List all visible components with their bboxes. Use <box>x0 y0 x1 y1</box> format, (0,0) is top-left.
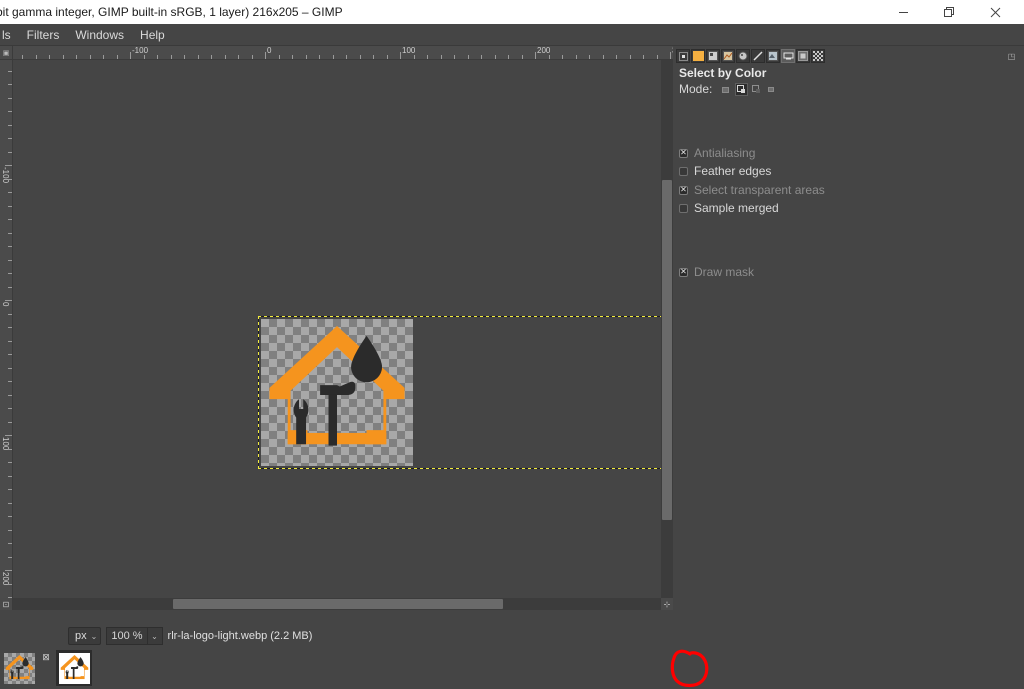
device-status-tab[interactable] <box>796 49 810 63</box>
logo-artwork <box>269 326 405 446</box>
intersect-mode-button[interactable] <box>765 83 778 96</box>
zoom-selector[interactable]: 100 % ⌄ <box>106 627 163 645</box>
feather-edges-checkbox[interactable] <box>679 166 688 176</box>
palettes-tab[interactable] <box>736 49 750 63</box>
title-bar: bit gamma integer, GIMP built-in sRGB, 1… <box>0 0 1024 24</box>
draw-mask-option[interactable]: ✕ Draw mask <box>679 265 754 279</box>
subtract-mode-button[interactable] <box>750 83 763 96</box>
horizontal-scrollbar-thumb[interactable] <box>173 599 503 609</box>
horizontal-scrollbar[interactable] <box>13 598 661 610</box>
select-transparent-areas-checkbox[interactable]: ✕ <box>679 185 688 195</box>
close-image-icon[interactable]: ⊠ <box>39 650 53 664</box>
horizontal-ruler[interactable]: -1000100200300 <box>13 46 673 60</box>
tool-options-title: Select by Color <box>679 66 767 80</box>
menu-item-help[interactable]: Help <box>132 26 173 44</box>
menu-item-tools[interactable]: ls <box>0 26 19 44</box>
add-mode-button[interactable] <box>735 82 749 96</box>
vertical-scrollbar-thumb[interactable] <box>662 180 672 520</box>
image-thumbnail-bar: ⊠ <box>0 648 673 689</box>
thumb-canvas <box>3 652 35 684</box>
gimp-window: bit gamma integer, GIMP built-in sRGB, 1… <box>0 0 1024 689</box>
sample-merged-option[interactable]: Sample merged <box>679 201 779 215</box>
undo-history-tab[interactable] <box>721 49 735 63</box>
canvas-viewport[interactable] <box>13 60 661 610</box>
tool-options-tab[interactable] <box>676 49 690 63</box>
chevron-down-icon[interactable]: ⌄ <box>146 627 163 645</box>
sample-merged-checkbox[interactable] <box>679 203 688 213</box>
image-thumb-selected[interactable] <box>56 650 92 686</box>
unit-value: px <box>75 630 87 642</box>
draw-mask-checkbox[interactable]: ✕ <box>679 267 688 277</box>
antialiasing-checkbox[interactable]: ✕ <box>679 148 688 158</box>
ruler-unit-button[interactable]: ▣ <box>0 46 13 60</box>
paintbrush-tab[interactable] <box>751 49 765 63</box>
menu-item-windows[interactable]: Windows <box>67 26 132 44</box>
gradients-tab[interactable] <box>691 49 705 63</box>
image-thumb-unselected[interactable] <box>1 650 37 686</box>
menu-bar: ls Filters Windows Help <box>0 24 1024 46</box>
unit-selector[interactable]: px ⌄ <box>68 627 102 645</box>
mode-label: Mode: <box>679 82 713 96</box>
maximize-restore-button[interactable] <box>926 0 972 24</box>
zoom-value[interactable]: 100 % <box>106 627 147 645</box>
quick-mask-button[interactable]: ⊡ <box>0 598 12 610</box>
feather-edges-label: Feather edges <box>694 164 772 178</box>
close-button[interactable] <box>972 0 1018 24</box>
patterns-tab[interactable] <box>766 49 780 63</box>
select-transparent-areas-option[interactable]: ✕ Select transparent areas <box>679 183 825 197</box>
layer-image[interactable] <box>261 319 413 466</box>
dock-tab-strip: ◳ <box>676 48 1021 64</box>
vertical-ruler[interactable]: -100 0 100 200 <box>0 60 13 610</box>
mode-row: Mode: <box>679 82 780 96</box>
status-bar: px ⌄ 100 % ⌄ rlr-la-logo-light.webp (2.2… <box>0 624 673 648</box>
window-title: bit gamma integer, GIMP built-in sRGB, 1… <box>0 5 343 19</box>
thumb-canvas-selected <box>58 652 90 684</box>
status-file-info: rlr-la-logo-light.webp (2.2 MB) <box>167 630 313 642</box>
right-dock: ◳ Select by Color Mode: ✕ Antialiasing F… <box>673 46 1024 689</box>
antialiasing-label: Antialiasing <box>694 146 756 160</box>
dock-menu-icon[interactable]: ◳ <box>1006 51 1017 62</box>
draw-mask-label: Draw mask <box>694 265 755 279</box>
feather-edges-option[interactable]: Feather edges <box>679 164 771 178</box>
chevron-down-icon: ⌄ <box>90 631 98 641</box>
logo-thumb-icon-selected <box>60 654 88 679</box>
vertical-scrollbar[interactable] <box>661 60 673 610</box>
images-tab[interactable] <box>706 49 720 63</box>
menu-item-filters[interactable]: Filters <box>19 26 68 44</box>
canvas-area: ▣ -1000100200300 -1000100200 <box>0 46 673 624</box>
sample-merged-label: Sample merged <box>694 201 779 215</box>
pointer-tab[interactable] <box>781 49 795 63</box>
logo-thumb-icon <box>5 654 33 679</box>
select-transparent-areas-label: Select transparent areas <box>694 183 825 197</box>
replace-mode-button[interactable] <box>720 83 733 96</box>
window-controls <box>880 0 1024 24</box>
tool-presets-tab[interactable] <box>811 49 825 63</box>
minimize-button[interactable] <box>880 0 926 24</box>
navigation-button[interactable]: ⊹ <box>661 598 673 610</box>
antialiasing-option[interactable]: ✕ Antialiasing <box>679 146 755 160</box>
